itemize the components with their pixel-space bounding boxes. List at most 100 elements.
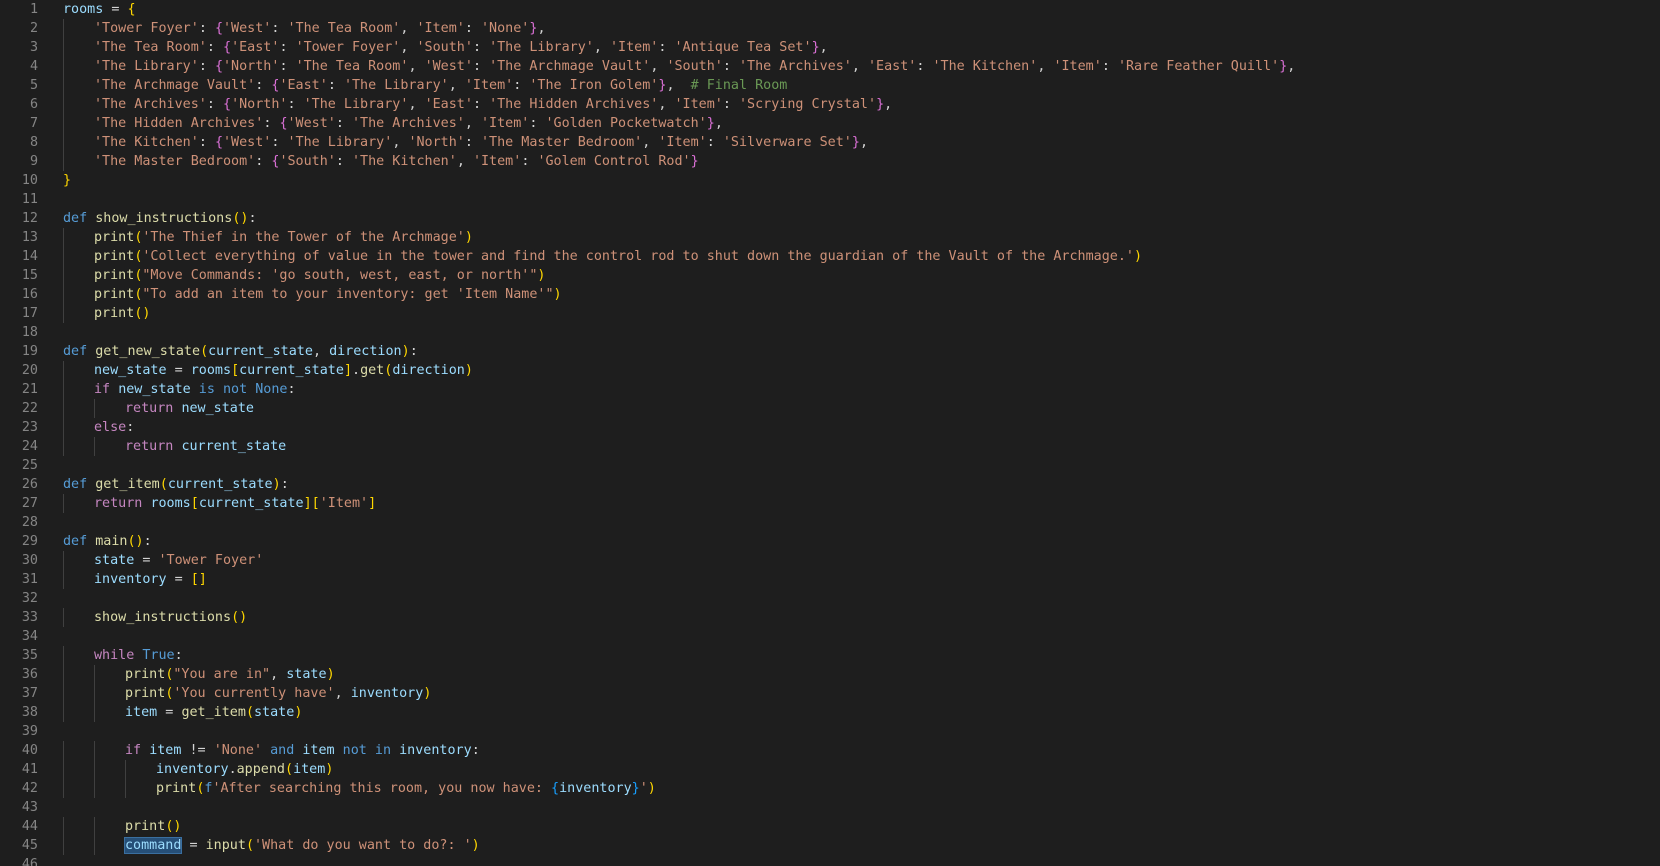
line-number: 32 [21, 591, 38, 606]
code-token: current_state [198, 496, 304, 511]
code-token: 'Tower Foyer' [94, 21, 199, 36]
code-token: # Final Room [690, 78, 788, 93]
code-token: 'The Archmage Vault' [94, 78, 256, 93]
code-text: print() [125, 817, 181, 836]
code-line[interactable]: 38 item = get_item(state) [0, 703, 1660, 722]
code-line[interactable]: 9 'The Master Bedroom': {'South': 'The Ki… [0, 152, 1660, 171]
code-line[interactable]: 2 'Tower Foyer': {'West': 'The Tea Room',… [0, 19, 1660, 38]
code-token: : [471, 743, 480, 758]
code-token: ] [368, 496, 377, 511]
code-token: 'The Thief in the Tower of the Archmage' [142, 230, 465, 245]
code-line[interactable]: 17 print() [0, 304, 1660, 323]
code-line[interactable]: 25 [0, 456, 1660, 475]
code-line[interactable]: 45 command = input('What do you want to d… [0, 836, 1660, 855]
code-line[interactable]: 4 'The Library': {'North': 'The Tea Room'… [0, 57, 1660, 76]
code-line[interactable]: 18 [0, 323, 1660, 342]
code-token: return [94, 496, 151, 511]
code-line[interactable]: 1 rooms = { [0, 0, 1660, 19]
code-token: , [408, 59, 425, 74]
indent-guide [63, 380, 64, 399]
code-line[interactable]: 12 def show_instructions(): [0, 209, 1660, 228]
indent-guide [63, 608, 64, 627]
code-line[interactable]: 11 [0, 190, 1660, 209]
code-token: } [63, 173, 72, 188]
line-number: 33 [21, 610, 38, 625]
code-token: if [125, 743, 150, 758]
line-number: 16 [21, 287, 38, 302]
line-number: 15 [21, 268, 38, 283]
code-line[interactable]: 10} [0, 171, 1660, 190]
code-line[interactable]: 30 state = 'Tower Foyer' [0, 551, 1660, 570]
code-line[interactable]: 28 [0, 513, 1660, 532]
indent-guide [63, 304, 64, 323]
code-token: ( [245, 705, 254, 720]
code-line[interactable]: 14 print('Collect everything of value in … [0, 247, 1660, 266]
code-token: : [255, 154, 272, 169]
indent-guide [63, 437, 64, 456]
indent-guide [63, 228, 64, 247]
code-text: } [63, 171, 71, 190]
code-line[interactable]: 24 return current_state [0, 437, 1660, 456]
indent-guide [94, 779, 95, 798]
code-line[interactable]: 42 print(f'After searching this room, you… [0, 779, 1660, 798]
code-line[interactable]: 26 def get_item(current_state): [0, 475, 1660, 494]
code-line[interactable]: 20 new_state = rooms[current_state].get(d… [0, 361, 1660, 380]
code-editor[interactable]: 1 rooms = { 2 'Tower Foyer': {'West': 'The … [0, 0, 1660, 866]
code-token: : [279, 40, 296, 55]
code-line[interactable]: 16 print("To add an item to your inventor… [0, 285, 1660, 304]
code-line[interactable]: 15 print("Move Commands: 'go south, west,… [0, 266, 1660, 285]
code-line[interactable]: 36 print("You are in", state) [0, 665, 1660, 684]
code-token: } [706, 116, 715, 131]
code-token: : [706, 135, 723, 150]
code-line[interactable]: 41 inventory.append(item) [0, 760, 1660, 779]
indent-guide [94, 836, 95, 855]
code-line[interactable]: 29 def main(): [0, 532, 1660, 551]
code-text: print('You currently have', inventory) [125, 684, 431, 703]
code-line[interactable]: 22 return new_state [0, 399, 1660, 418]
code-line[interactable]: 23 else: [0, 418, 1660, 437]
code-token: 'The Library' [287, 135, 393, 150]
code-text: print('The Thief in the Tower of the Arc… [94, 228, 473, 247]
code-line[interactable]: 43 [0, 798, 1660, 817]
code-token: = [181, 838, 206, 853]
code-line[interactable]: 39 [0, 722, 1660, 741]
indent-guide [63, 760, 64, 779]
code-token: 'South' [666, 59, 723, 74]
line-number: 2 [29, 21, 38, 36]
code-line[interactable]: 8 'The Kitchen': {'West': 'The Library', … [0, 133, 1660, 152]
code-line[interactable]: 19 def get_new_state(current_state, direc… [0, 342, 1660, 361]
code-line[interactable]: 31 inventory = [] [0, 570, 1660, 589]
code-line[interactable]: 46 [0, 855, 1660, 866]
code-token: : [206, 40, 223, 55]
code-text: if item != 'None' and item not in invent… [125, 741, 480, 760]
code-line[interactable]: 35 while True: [0, 646, 1660, 665]
code-line[interactable]: 34 [0, 627, 1660, 646]
code-token: rooms [63, 2, 104, 17]
code-line[interactable]: 40 if item != 'None' and item not in inve… [0, 741, 1660, 760]
code-line[interactable]: 37 print('You currently have', inventory) [0, 684, 1660, 703]
code-line[interactable]: 33 show_instructions() [0, 608, 1660, 627]
code-line[interactable]: 21 if new_state is not None: [0, 380, 1660, 399]
code-text: 'The Library': {'North': 'The Tea Room',… [94, 57, 1295, 76]
code-line[interactable]: 13 print('The Thief in the Tower of the A… [0, 228, 1660, 247]
code-line[interactable]: 5 'The Archmage Vault': {'East': 'The Lib… [0, 76, 1660, 95]
indent-guide [63, 152, 64, 171]
code-text: 'Tower Foyer': {'West': 'The Tea Room', … [94, 19, 546, 38]
code-line[interactable]: 7 'The Hidden Archives': {'West': 'The Ar… [0, 114, 1660, 133]
code-token: print [94, 249, 135, 264]
indent-guide [63, 494, 64, 513]
line-number: 42 [21, 781, 38, 796]
indent-guide [63, 19, 64, 38]
code-line[interactable]: 3 'The Tea Room': {'East': 'Tower Foyer',… [0, 38, 1660, 57]
line-number: 14 [21, 249, 38, 264]
code-line[interactable]: 44 print() [0, 817, 1660, 836]
code-line[interactable]: 27 return rooms[current_state]['Item'] [0, 494, 1660, 513]
code-token: : [513, 78, 530, 93]
code-token: () [127, 534, 144, 549]
code-line[interactable]: 6 'The Archives': {'North': 'The Library'… [0, 95, 1660, 114]
code-text: def get_new_state(current_state, directi… [63, 342, 418, 361]
code-token: 'East' [868, 59, 917, 74]
code-token: get_new_state [95, 344, 201, 359]
code-line[interactable]: 32 [0, 589, 1660, 608]
code-token: , [884, 97, 893, 112]
